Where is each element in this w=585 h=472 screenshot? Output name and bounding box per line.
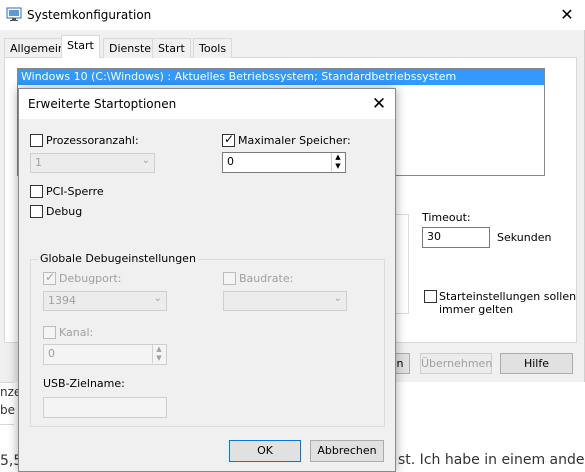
pci-lock-checkbox[interactable] [30,185,43,198]
debug-checkbox[interactable] [30,205,43,218]
help-button[interactable]: Hilfe [500,353,573,374]
max-memory-label: Maximaler Speicher: [238,134,351,147]
max-memory-checkbox[interactable]: ✓ [222,132,235,147]
spin-down-icon[interactable]: ▼ [152,354,165,363]
tab-start-2[interactable]: Start [152,38,191,58]
debug-label: Debug [46,205,83,218]
tab-dienste[interactable]: Dienste [103,38,158,58]
persist-settings-label: Starteinstellungen sollen immer gelten [439,290,576,316]
group-title: Globale Debugeinstellungen [38,252,198,265]
max-memory-stepper[interactable]: 0 ▲ ▼ [222,152,346,173]
bg-text-line2: be [0,403,15,417]
spin-down-icon[interactable]: ▼ [331,162,344,171]
baudrate-label: Baudrate: [239,272,294,285]
channel-checkbox[interactable] [43,326,56,339]
boot-entry-item[interactable]: Windows 10 (C:\Windows) : Aktuelles Betr… [18,69,544,85]
debugport-value: 1394 [48,294,76,307]
channel-value: 0 [48,347,55,360]
spin-up-icon[interactable]: ▲ [152,345,165,354]
persist-label-line1: Starteinstellungen sollen [439,290,577,303]
timeout-label: Timeout: [422,211,471,224]
processor-count-value: 1 [35,156,42,169]
persist-settings-checkbox[interactable] [424,290,437,303]
cancel-button[interactable]: Abbrechen [310,440,384,462]
dialog-title: Erweiterte Startoptionen [28,97,177,111]
chevron-down-icon: ⌄ [333,293,342,304]
usb-target-input[interactable] [43,397,167,418]
baudrate-select[interactable]: ⌄ [223,291,347,311]
processor-count-select[interactable]: 1 ⌄ [30,153,155,173]
checkmark-icon: ✓ [45,270,56,284]
title-bar[interactable]: Systemkonfiguration ✕ [0,0,585,30]
ok-button[interactable]: OK [229,440,301,462]
channel-label: Kanal: [59,326,94,339]
bg-divider [0,382,14,383]
timeout-input[interactable]: 30 [422,227,490,248]
debugport-select[interactable]: 1394 ⌄ [43,291,167,311]
apply-button[interactable]: Übernehmen [420,353,492,374]
dialog-title-bar[interactable]: Erweiterte Startoptionen ✕ [19,89,395,119]
window-title: Systemkonfiguration [27,8,152,22]
close-icon[interactable]: ✕ [367,92,391,116]
bg-text-line3-right: st. Ich habe in einem anderen [398,452,585,468]
channel-stepper[interactable]: 0 ▲ ▼ [43,344,167,365]
pci-lock-label: PCI-Sperre [46,185,104,198]
tab-start[interactable]: Start [61,35,100,58]
chevron-down-icon: ⌄ [153,293,162,304]
processor-count-checkbox[interactable] [30,134,43,147]
debugport-checkbox[interactable]: ✓ [43,270,56,285]
debugport-label: Debugport: [59,272,122,285]
baudrate-checkbox[interactable] [223,272,236,285]
tab-tools[interactable]: Tools [193,38,233,58]
advanced-boot-options-dialog: Erweiterte Startoptionen ✕ Prozessoranza… [18,88,396,472]
chevron-down-icon: ⌄ [141,155,150,166]
usb-target-label: USB-Zielname: [43,377,125,390]
processor-count-label: Prozessoranzahl: [46,134,139,147]
persist-label-line2: immer gelten [439,303,514,316]
spin-up-icon[interactable]: ▲ [331,153,344,162]
system-config-icon [6,7,22,21]
timeout-unit-label: Sekunden [497,231,552,244]
close-icon[interactable]: ✕ [553,4,581,26]
bg-divider [0,424,14,425]
checkmark-icon: ✓ [224,132,235,146]
max-memory-value: 0 [227,155,234,168]
